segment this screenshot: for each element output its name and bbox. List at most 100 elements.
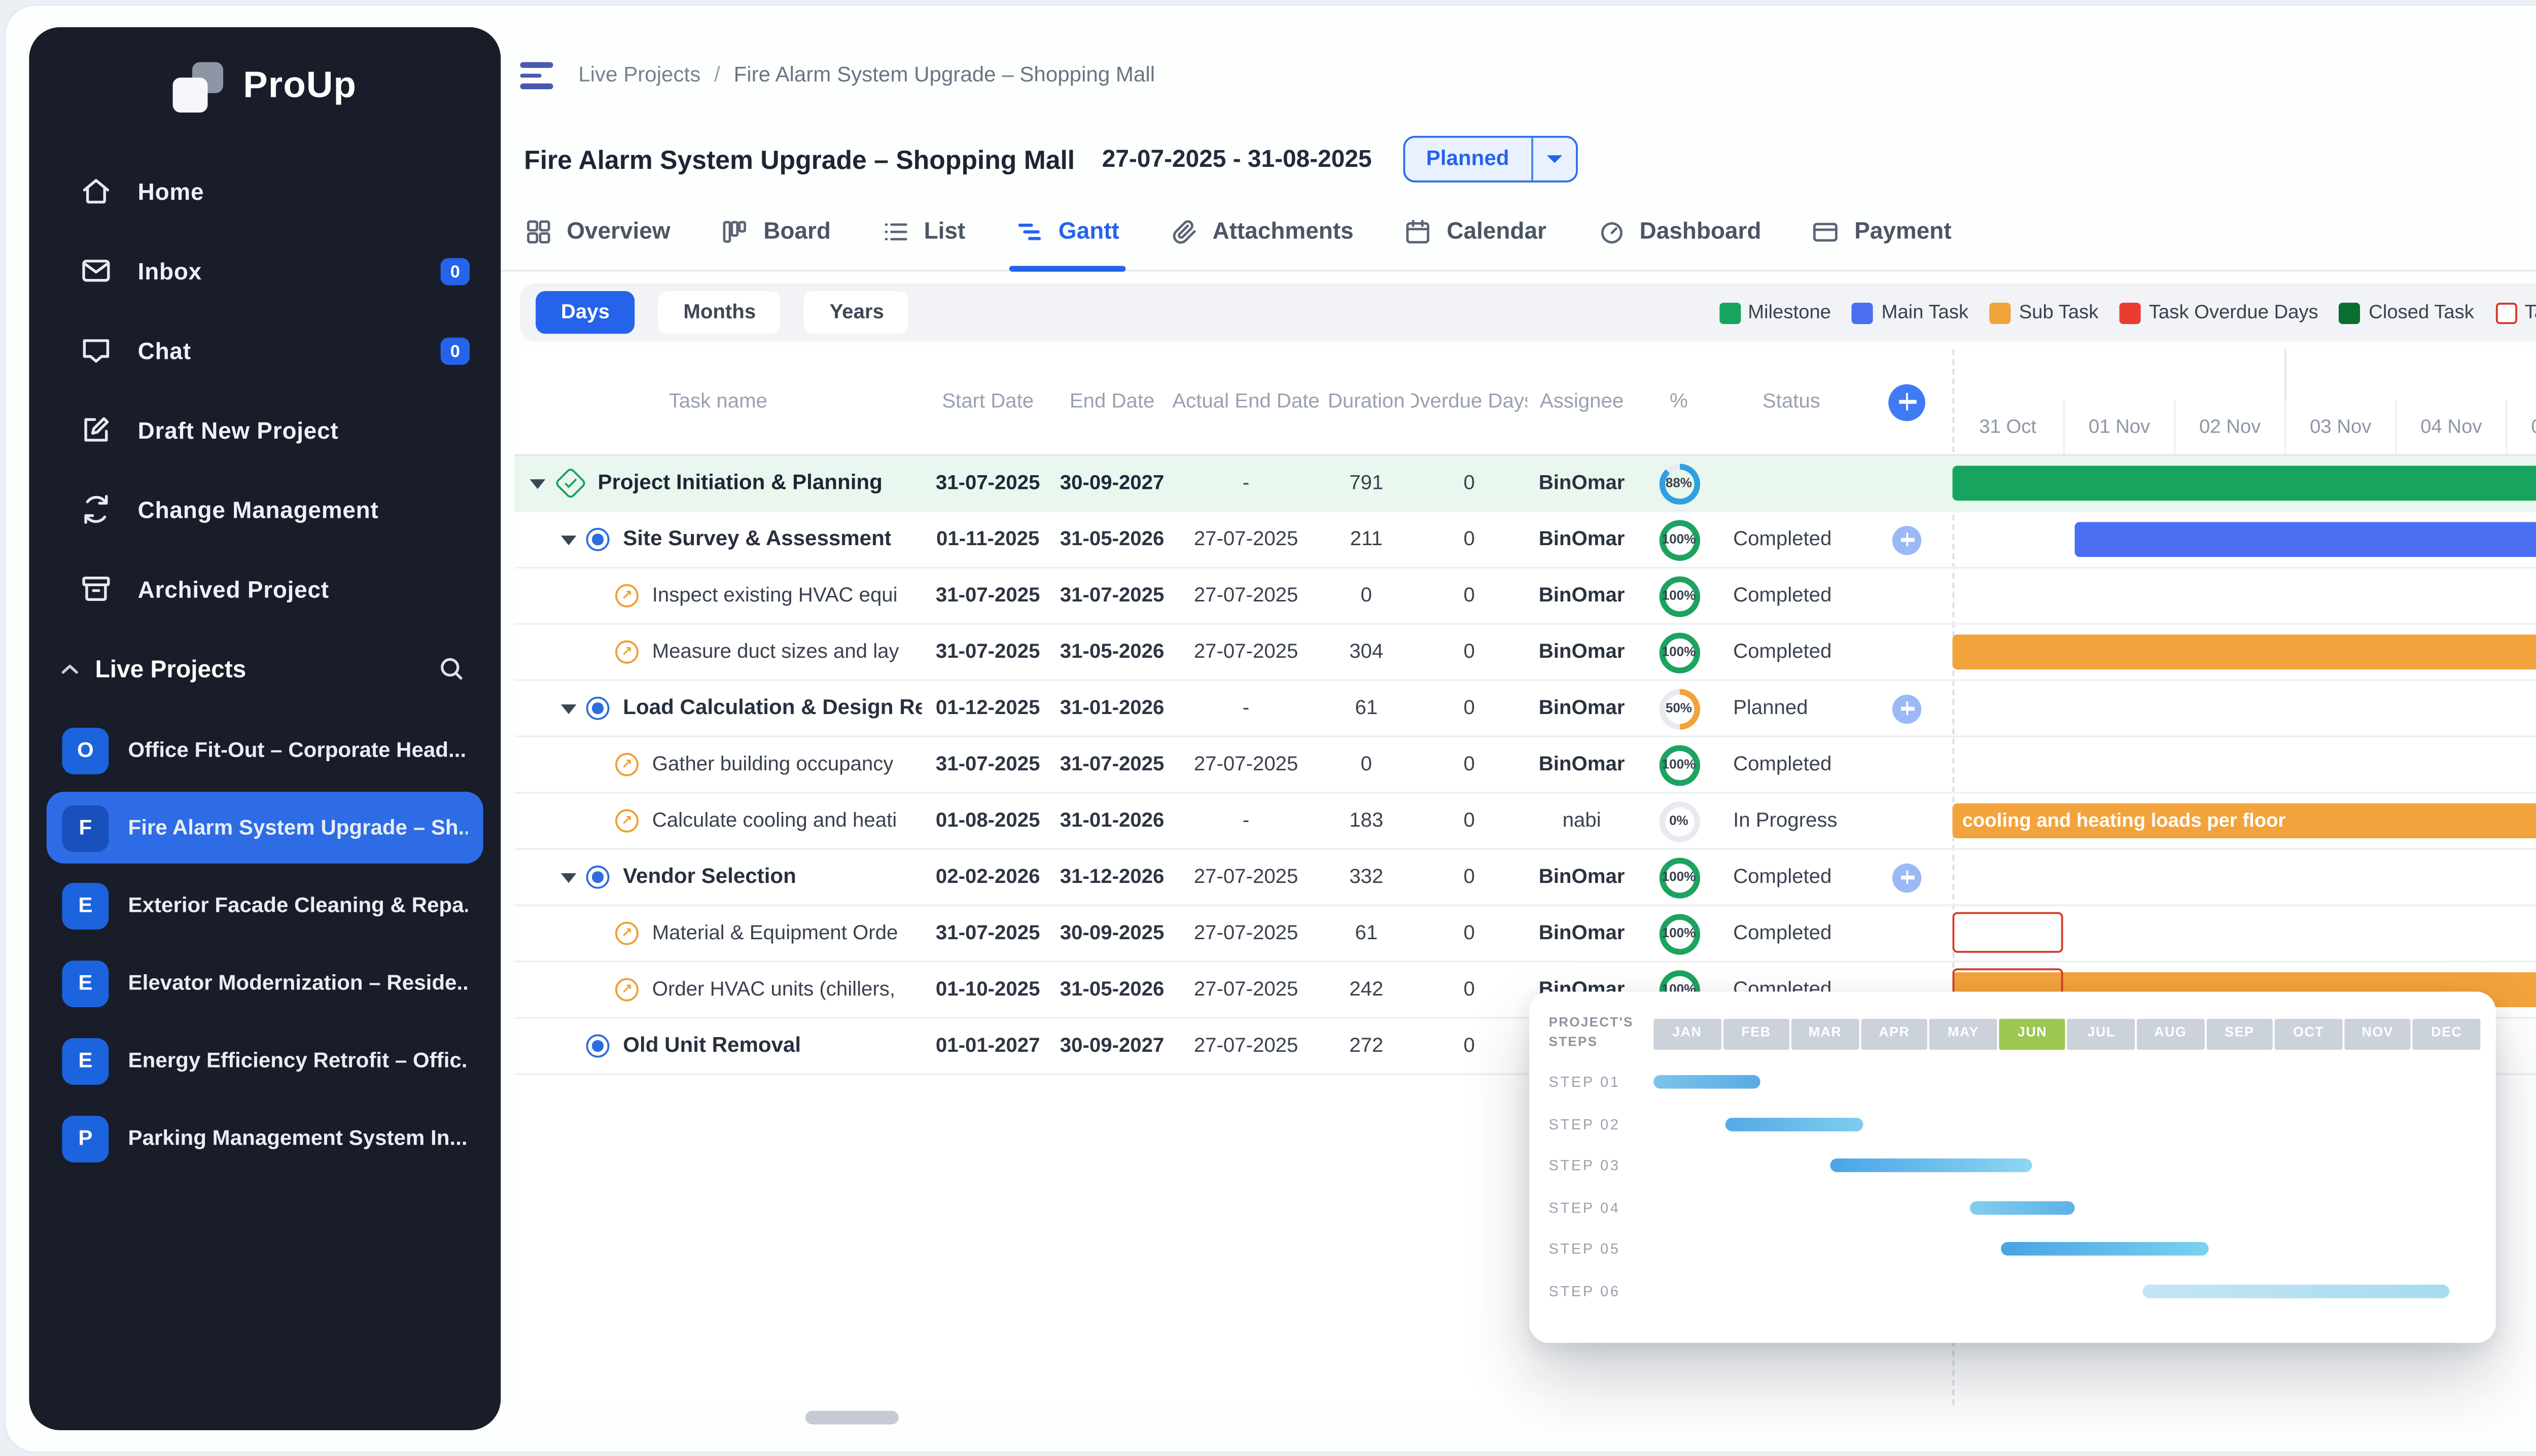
clip-icon [1170, 217, 1199, 245]
row-actions-cell [1861, 625, 1953, 679]
row-actions-cell [1861, 512, 1953, 566]
task-bar[interactable] [1952, 466, 2536, 501]
view-mode-months[interactable]: Months [658, 291, 781, 334]
view-mode-years[interactable]: Years [804, 291, 909, 334]
gantt-row-material-equipment-orde[interactable]: ↗Material & Equipment Orde31-07-202530-0… [514, 906, 2536, 963]
row-expand-caret-icon[interactable] [530, 478, 546, 488]
column-header-end-date[interactable]: End Date [1054, 349, 1171, 454]
sidebar-toggle-icon[interactable] [520, 62, 555, 89]
task-bar[interactable] [2074, 522, 2536, 557]
tab-payment[interactable]: Payment [1812, 192, 1952, 270]
add-subtask-button[interactable] [1892, 525, 1921, 554]
task-name: Old Unit Removal [623, 1035, 801, 1058]
gantt-row-calculate-cooling-and-heati[interactable]: ↗Calculate cooling and heati01-08-202531… [514, 794, 2536, 850]
sidebar-item-archived-project[interactable]: Archived Project [29, 549, 501, 629]
gantt-row-project-initiation-planning[interactable]: Project Initiation & Planning31-07-20253… [514, 456, 2536, 512]
scrollbar-thumb[interactable] [805, 1411, 899, 1425]
view-mode-days[interactable]: Days [536, 291, 635, 334]
tab-board[interactable]: Board [721, 192, 831, 270]
overview-icon [524, 217, 553, 245]
gantt-row-site-survey-assessment[interactable]: Site Survey & Assessment01-11-202531-05-… [514, 512, 2536, 569]
horizontal-scrollbar[interactable] [514, 1411, 2536, 1427]
assignee-cell: BinOmar [1527, 737, 1636, 792]
duration-cell: 61 [1322, 906, 1411, 961]
project-initial-icon: E [62, 960, 109, 1006]
sidebar-item-chat[interactable]: Chat0 [29, 310, 501, 390]
assignee-cell: BinOmar [1527, 850, 1636, 904]
status-cell: Completed [1721, 625, 1861, 679]
sidebar-project-parking-management-system-in[interactable]: PParking Management System In... [47, 1102, 483, 1174]
row-expand-caret-icon[interactable] [561, 535, 577, 544]
step-label: STEP 01 [1549, 1074, 1654, 1091]
tab-list[interactable]: List [881, 192, 965, 270]
percent-cell: 100% [1636, 906, 1721, 961]
legend-item-main-task: Main Task [1852, 302, 1968, 323]
sidebar-item-draft-new-project[interactable]: Draft New Project [29, 390, 501, 470]
column-header-assignee[interactable]: Assignee [1527, 349, 1636, 454]
legend-item-target-date: Target Date [2495, 302, 2536, 323]
gantt-row-vendor-selection[interactable]: Vendor Selection02-02-202631-12-202627-0… [514, 850, 2536, 906]
tab-dashboard[interactable]: Dashboard [1597, 192, 1761, 270]
progress-ring: 50% [1659, 688, 1699, 728]
column-header-task-name[interactable]: Task name [514, 349, 922, 454]
column-header-[interactable]: % [1636, 349, 1721, 454]
tab-overview[interactable]: Overview [524, 192, 670, 270]
add-subtask-button[interactable] [1892, 694, 1921, 723]
count-badge: 0 [441, 257, 470, 285]
step-track [1653, 1145, 2480, 1187]
project-label: Exterior Facade Cleaning & Repa... [128, 894, 468, 917]
column-header-overdue-days[interactable]: Overdue Days [1411, 349, 1528, 454]
gantt-row-load-calculation-design-re[interactable]: Load Calculation & Design Re01-12-202531… [514, 681, 2536, 737]
popup-steps: STEP 01STEP 02STEP 03STEP 04STEP 05STEP … [1549, 1061, 2481, 1312]
popup-step-step-01: STEP 01 [1549, 1061, 2481, 1103]
percent-cell: 100% [1636, 737, 1721, 792]
project-status-dropdown[interactable]: Planned [1403, 136, 1578, 183]
actual-end-date-cell: 27-07-2025 [1170, 625, 1321, 679]
screen: ProUp HomeInbox0Chat0Draft New ProjectCh… [0, 0, 2536, 1456]
actual-end-date-cell: 27-07-2025 [1170, 963, 1321, 1017]
sidebar-item-home[interactable]: Home [29, 151, 501, 231]
sidebar: ProUp HomeInbox0Chat0Draft New ProjectCh… [29, 27, 501, 1431]
sidebar-project-exterior-facade-cleaning-repa[interactable]: EExterior Facade Cleaning & Repa... [47, 869, 483, 941]
column-header-status[interactable]: Status [1721, 349, 1861, 454]
column-header-actual-end-date[interactable]: Actual End Date [1170, 349, 1321, 454]
add-column-cell [1861, 349, 1953, 454]
gantt-row-inspect-existing-hvac-equi[interactable]: ↗Inspect existing HVAC equi31-07-202531-… [514, 569, 2536, 625]
gantt-row-gather-building-occupancy[interactable]: ↗Gather building occupancy31-07-202531-0… [514, 737, 2536, 794]
task-bar[interactable]: cooling and heating loads per floor [1952, 803, 2536, 838]
tab-attachments[interactable]: Attachments [1170, 192, 1353, 270]
search-icon[interactable] [437, 654, 466, 683]
tab-calendar[interactable]: Calendar [1404, 192, 1546, 270]
sidebar-item-inbox[interactable]: Inbox0 [29, 231, 501, 310]
breadcrumb-live-projects[interactable]: Live Projects [578, 64, 700, 87]
tab-gantt[interactable]: Gantt [1016, 192, 1119, 270]
row-expand-caret-icon[interactable] [561, 872, 577, 882]
task-bar[interactable] [1952, 634, 2536, 669]
popup-month-jul: JUL [2068, 1018, 2135, 1049]
task-name-cell: Old Unit Removal [514, 1019, 922, 1073]
sidebar-project-elevator-modernization-reside[interactable]: EElevator Modernization – Reside... [47, 947, 483, 1019]
percent-cell: 100% [1636, 512, 1721, 566]
overdue-days-cell: 0 [1411, 681, 1528, 735]
sidebar-project-energy-efficiency-retrofit-offic[interactable]: EEnergy Efficiency Retrofit – Offic... [47, 1024, 483, 1096]
logo-text: ProUp [243, 66, 357, 109]
start-date-cell: 31-07-2025 [922, 737, 1054, 792]
duration-cell: 304 [1322, 625, 1411, 679]
sidebar-project-fire-alarm-system-upgrade-sh[interactable]: FFire Alarm System Upgrade – Sh... [47, 792, 483, 864]
main-area: Live Projects / Fire Alarm System Upgrad… [501, 10, 2536, 1447]
column-header-duration[interactable]: Duration [1322, 349, 1411, 454]
add-column-button[interactable] [1888, 383, 1925, 420]
column-header-start-date[interactable]: Start Date [922, 349, 1054, 454]
legend-item-task-overdue-days: Task Overdue Days [2120, 302, 2318, 323]
timeline-date: 05 Nov [2506, 400, 2536, 454]
archive-icon [80, 573, 113, 606]
logo-icon [173, 62, 224, 112]
progress-ring: 100% [1659, 744, 1699, 785]
gantt-row-measure-duct-sizes-and-lay[interactable]: ↗Measure duct sizes and lay31-07-202531-… [514, 625, 2536, 681]
project-label: Office Fit-Out – Corporate Head... [128, 738, 467, 762]
add-subtask-button[interactable] [1892, 863, 1921, 892]
sidebar-item-change-management[interactable]: Change Management [29, 470, 501, 549]
row-expand-caret-icon[interactable] [561, 703, 577, 713]
sidebar-section-live-projects[interactable]: Live Projects [29, 629, 501, 708]
sidebar-project-office-fit-out-corporate-head[interactable]: OOffice Fit-Out – Corporate Head... [47, 714, 483, 786]
